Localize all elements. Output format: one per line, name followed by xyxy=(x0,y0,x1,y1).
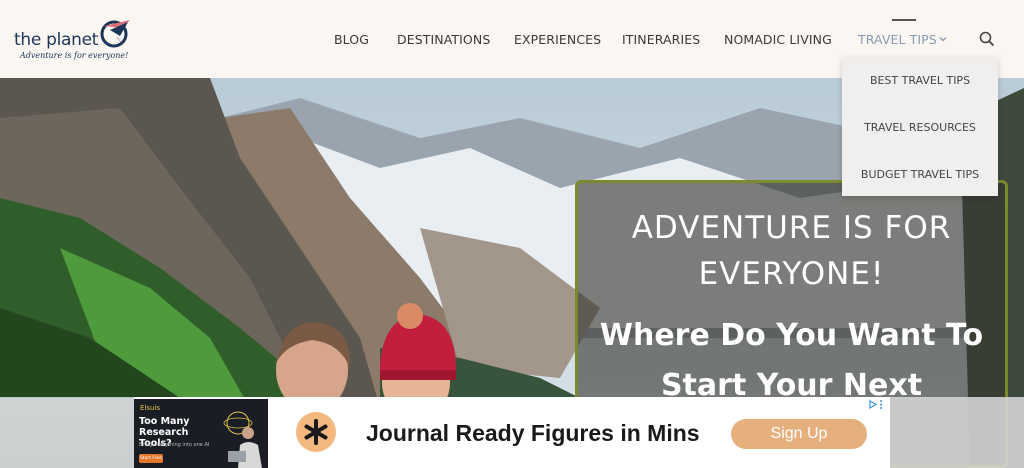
ad-thumb-brand: Elsuis xyxy=(140,404,161,412)
ad-thumbnail[interactable]: Elsuis Too Many Research Tools? Bring ev… xyxy=(134,399,268,468)
active-nav-indicator xyxy=(892,19,916,21)
asterisk-logo-icon xyxy=(296,412,336,452)
nav-item-itineraries[interactable]: ITINERARIES xyxy=(622,32,700,47)
dropdown-item-travel-resources[interactable]: TRAVEL RESOURCES xyxy=(842,121,998,134)
ad-choices-icon[interactable] xyxy=(867,399,885,410)
logo-tagline: Adventure is for everyone! xyxy=(20,51,129,60)
dropdown-item-budget-travel-tips[interactable]: BUDGET TRAVEL TIPS xyxy=(842,168,998,181)
ad-sign-up-button[interactable]: Sign Up xyxy=(731,419,867,449)
hero-subheading: Where Do You Want To Start Your Next xyxy=(599,318,984,403)
site-logo[interactable]: the planet Adventure is for everyone! xyxy=(14,16,144,64)
hero-heading: ADVENTURE IS FOR EVERYONE! xyxy=(631,210,952,292)
ad-headline: Journal Ready Figures in Mins xyxy=(366,420,700,446)
search-icon[interactable] xyxy=(979,31,995,47)
nav-item-nomadic-living[interactable]: NOMADIC LIVING xyxy=(724,32,832,47)
ad-thumb-cta[interactable]: Start Free xyxy=(139,454,163,463)
dropdown-item-best-travel-tips[interactable]: BEST TRAVEL TIPS xyxy=(842,74,998,87)
logo-text: the planet xyxy=(14,30,99,50)
plane-globe-icon xyxy=(100,20,130,48)
chevron-down-icon[interactable] xyxy=(938,34,948,44)
nav-item-blog[interactable]: BLOG xyxy=(334,32,369,47)
travel-tips-dropdown: BEST TRAVEL TIPS TRAVEL RESOURCES BUDGET… xyxy=(842,57,998,196)
nav-item-destinations[interactable]: DESTINATIONS xyxy=(397,32,490,47)
ad-banner[interactable]: Elsuis Too Many Research Tools? Bring ev… xyxy=(134,397,890,468)
nav-item-experiences[interactable]: EXPERIENCES xyxy=(514,32,601,47)
nav-item-travel-tips[interactable]: TRAVEL TIPS xyxy=(858,32,937,47)
ad-thumb-subtext: Bring everything into one AI xyxy=(139,442,210,448)
ad-person-illustration xyxy=(223,411,262,468)
